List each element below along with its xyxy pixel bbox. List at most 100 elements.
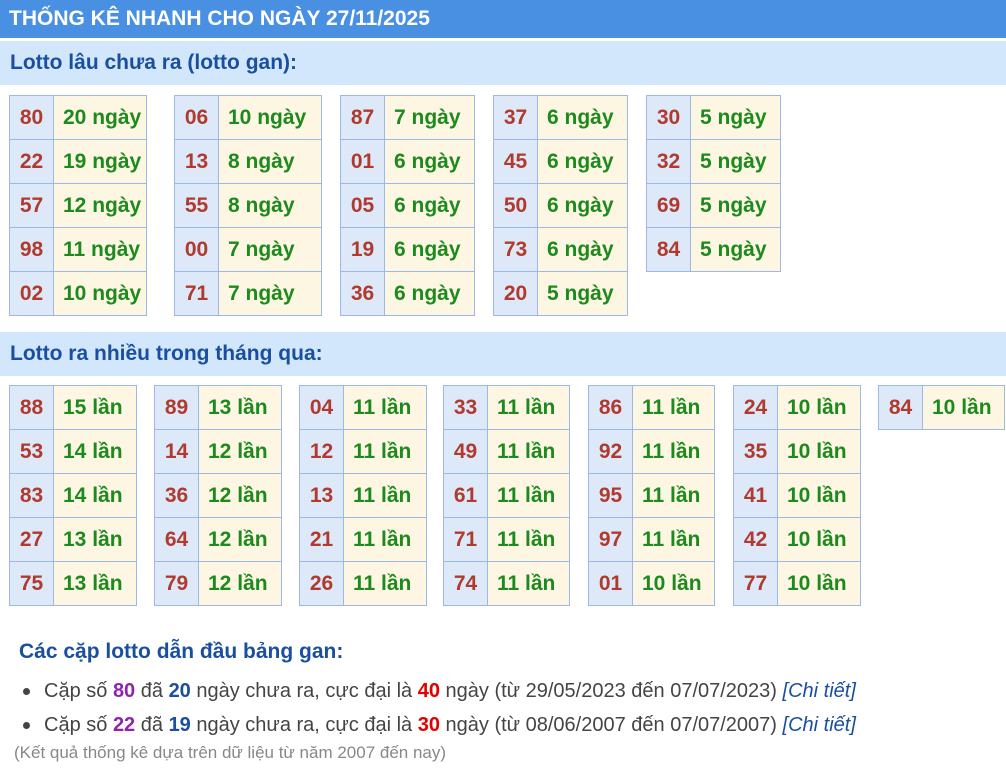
lotto-count: 8 ngày xyxy=(218,139,322,184)
lotto-count: 6 ngày xyxy=(384,271,475,316)
table-row: 02 10 ngày xyxy=(9,271,147,316)
lotto-count: 15 lần xyxy=(53,385,137,430)
lotto-number: 83 xyxy=(9,473,54,518)
table-row: 19 6 ngày xyxy=(340,227,475,272)
lotto-number: 20 xyxy=(493,271,538,316)
lead-pair-item: Cặp số 80 đã 20 ngày chưa ra, cực đại là… xyxy=(0,674,856,708)
lotto-count: 13 lần xyxy=(198,385,282,430)
bullet-icon xyxy=(23,688,30,695)
lotto-column-table: 37 6 ngày 45 6 ngày 50 6 ngày 73 6 ngày 20 5 ngày xyxy=(493,95,628,316)
lotto-number: 80 xyxy=(9,95,54,140)
table-row: 00 7 ngày xyxy=(174,227,322,272)
lotto-number: 84 xyxy=(646,227,691,272)
table-row: 57 12 ngày xyxy=(9,183,147,228)
lotto-number: 98 xyxy=(9,227,54,272)
table-row: 55 8 ngày xyxy=(174,183,322,228)
lotto-count: 11 lần xyxy=(343,561,427,606)
table-row: 50 6 ngày xyxy=(493,183,628,228)
pair-prefix: Cặp số xyxy=(44,714,108,736)
pair-number: 22 xyxy=(112,714,136,736)
lotto-count: 6 ngày xyxy=(384,183,475,228)
lotto-number: 71 xyxy=(174,271,219,316)
pair-days: 20 xyxy=(168,680,191,702)
lotto-number: 06 xyxy=(174,95,219,140)
pair-range: ngày (từ 08/06/2007 đến 07/07/2007) xyxy=(445,714,777,736)
lotto-number: 27 xyxy=(9,517,54,562)
lotto-column-table: 84 10 lần xyxy=(878,385,1005,430)
footnote: (Kết quả thống kê dựa trên dữ liệu từ nă… xyxy=(14,743,447,762)
lotto-count: 7 ngày xyxy=(218,271,322,316)
lotto-number: 49 xyxy=(443,429,488,474)
lotto-number: 14 xyxy=(154,429,199,474)
lotto-count: 11 ngày xyxy=(53,227,147,272)
lead-pairs-title: Các cặp lotto dẫn đầu bảng gan: xyxy=(19,640,344,663)
table-row: 53 14 lần xyxy=(9,429,137,474)
lotto-count: 6 ngày xyxy=(537,139,628,184)
lotto-number: 71 xyxy=(443,517,488,562)
lotto-number: 13 xyxy=(299,473,344,518)
lotto-count: 10 lần xyxy=(777,429,861,474)
lead-pairs-list: Cặp số 80 đã 20 ngày chưa ra, cực đại là… xyxy=(0,674,856,742)
table-row: 64 12 lần xyxy=(154,517,282,562)
table-row: 80 20 ngày xyxy=(9,95,147,140)
table-row: 06 10 ngày xyxy=(174,95,322,140)
lotto-count: 11 lần xyxy=(487,385,570,430)
pair-max: 30 xyxy=(417,714,440,736)
table-row: 88 15 lần xyxy=(9,385,137,430)
table-row: 45 6 ngày xyxy=(493,139,628,184)
lotto-number: 50 xyxy=(493,183,538,228)
lotto-count: 13 lần xyxy=(53,517,137,562)
lotto-number: 26 xyxy=(299,561,344,606)
lotto-number: 45 xyxy=(493,139,538,184)
lotto-number: 73 xyxy=(493,227,538,272)
table-row: 37 6 ngày xyxy=(493,95,628,140)
pair-mid: ngày chưa ra, cực đại là xyxy=(196,714,413,736)
lotto-count: 12 lần xyxy=(198,473,282,518)
lotto-count: 6 ngày xyxy=(537,227,628,272)
table-row: 14 12 lần xyxy=(154,429,282,474)
lotto-number: 74 xyxy=(443,561,488,606)
pair-da: đã xyxy=(140,680,163,702)
lotto-number: 77 xyxy=(733,561,778,606)
lotto-count: 5 ngày xyxy=(690,227,781,272)
lotto-column-table: 87 7 ngày 01 6 ngày 05 6 ngày 19 6 ngày 36 6 ngày xyxy=(340,95,475,316)
pair-days: 19 xyxy=(168,714,191,736)
freq-section-title: Lotto ra nhiều trong tháng qua: xyxy=(0,332,1006,376)
lotto-number: 00 xyxy=(174,227,219,272)
table-row: 95 11 lần xyxy=(588,473,715,518)
lotto-count: 7 ngày xyxy=(218,227,322,272)
detail-link[interactable]: [Chi tiết] xyxy=(783,680,856,702)
lead-pair-item: Cặp số 22 đã 19 ngày chưa ra, cực đại là… xyxy=(0,708,856,742)
lotto-column-table: 04 11 lần 12 11 lần 13 11 lần 21 11 lần 26 11 lần xyxy=(299,385,427,606)
lotto-count: 5 ngày xyxy=(690,183,781,228)
lotto-number: 79 xyxy=(154,561,199,606)
table-row: 79 12 lần xyxy=(154,561,282,606)
lotto-count: 10 lần xyxy=(632,561,715,606)
pair-prefix: Cặp số xyxy=(44,680,108,702)
lotto-number: 75 xyxy=(9,561,54,606)
lotto-count: 10 lần xyxy=(922,385,1005,430)
lotto-count: 6 ngày xyxy=(537,183,628,228)
lotto-count: 13 lần xyxy=(53,561,137,606)
detail-link[interactable]: [Chi tiết] xyxy=(783,714,856,736)
bullet-icon xyxy=(23,722,30,729)
lotto-number: 13 xyxy=(174,139,219,184)
table-row: 89 13 lần xyxy=(154,385,282,430)
table-row: 13 8 ngày xyxy=(174,139,322,184)
lotto-count: 8 ngày xyxy=(218,183,322,228)
lotto-number: 04 xyxy=(299,385,344,430)
table-row: 98 11 ngày xyxy=(9,227,147,272)
table-row: 74 11 lần xyxy=(443,561,570,606)
lotto-count: 12 lần xyxy=(198,517,282,562)
lotto-number: 12 xyxy=(299,429,344,474)
lotto-count: 10 ngày xyxy=(53,271,147,316)
lotto-number: 97 xyxy=(588,517,633,562)
table-row: 84 5 ngày xyxy=(646,227,781,272)
gan-section-title: Lotto lâu chưa ra (lotto gan): xyxy=(0,41,1006,85)
lotto-number: 36 xyxy=(340,271,385,316)
lotto-number: 61 xyxy=(443,473,488,518)
lotto-count: 19 ngày xyxy=(53,139,147,184)
table-row: 26 11 lần xyxy=(299,561,427,606)
lotto-number: 87 xyxy=(340,95,385,140)
lotto-number: 35 xyxy=(733,429,778,474)
